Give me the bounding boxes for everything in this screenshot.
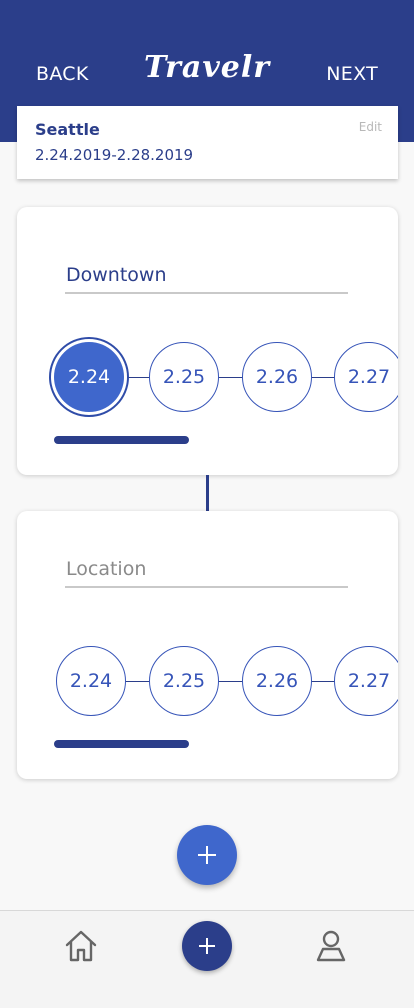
location-placeholder: Location xyxy=(66,558,147,580)
date-option-2-25[interactable]: 2.25 xyxy=(149,646,219,716)
profile-icon[interactable] xyxy=(313,928,349,964)
location-input-2[interactable]: Location xyxy=(65,551,348,588)
stop-card-2: Location 2.24 2.25 2.26 2.27 xyxy=(17,511,398,779)
date-selector-1: 2.24 2.25 2.26 2.27 xyxy=(17,342,398,414)
bottom-nav xyxy=(0,910,414,1008)
date-option-2-24[interactable]: 2.24 xyxy=(56,646,126,716)
next-button[interactable]: NEXT xyxy=(326,63,378,85)
date-selector-2: 2.24 2.25 2.26 2.27 xyxy=(17,646,398,718)
stop-card-1: Downtown 2.24 2.25 2.26 2.27 xyxy=(17,207,398,475)
location-input-1[interactable]: Downtown xyxy=(65,257,348,294)
trip-dates: 2.24.2019-2.28.2019 xyxy=(35,146,194,164)
date-option-2-26[interactable]: 2.26 xyxy=(242,646,312,716)
stop-connector xyxy=(206,475,209,511)
date-option-2-27[interactable]: 2.27 xyxy=(334,646,398,716)
date-option-2-24[interactable]: 2.24 xyxy=(54,342,124,412)
location-value: Downtown xyxy=(66,264,167,286)
trip-city: Seattle xyxy=(35,120,100,139)
nav-add-button[interactable] xyxy=(182,921,232,971)
date-option-2-25[interactable]: 2.25 xyxy=(149,342,219,412)
date-option-2-26[interactable]: 2.26 xyxy=(242,342,312,412)
date-option-2-27[interactable]: 2.27 xyxy=(334,342,398,412)
card-progress-bar xyxy=(54,740,189,748)
home-icon[interactable] xyxy=(63,928,99,964)
add-stop-button[interactable] xyxy=(177,825,237,885)
card-progress-bar xyxy=(54,436,189,444)
edit-trip-button[interactable]: Edit xyxy=(359,120,382,134)
trip-summary-card: Seattle 2.24.2019-2.28.2019 Edit xyxy=(17,106,398,179)
